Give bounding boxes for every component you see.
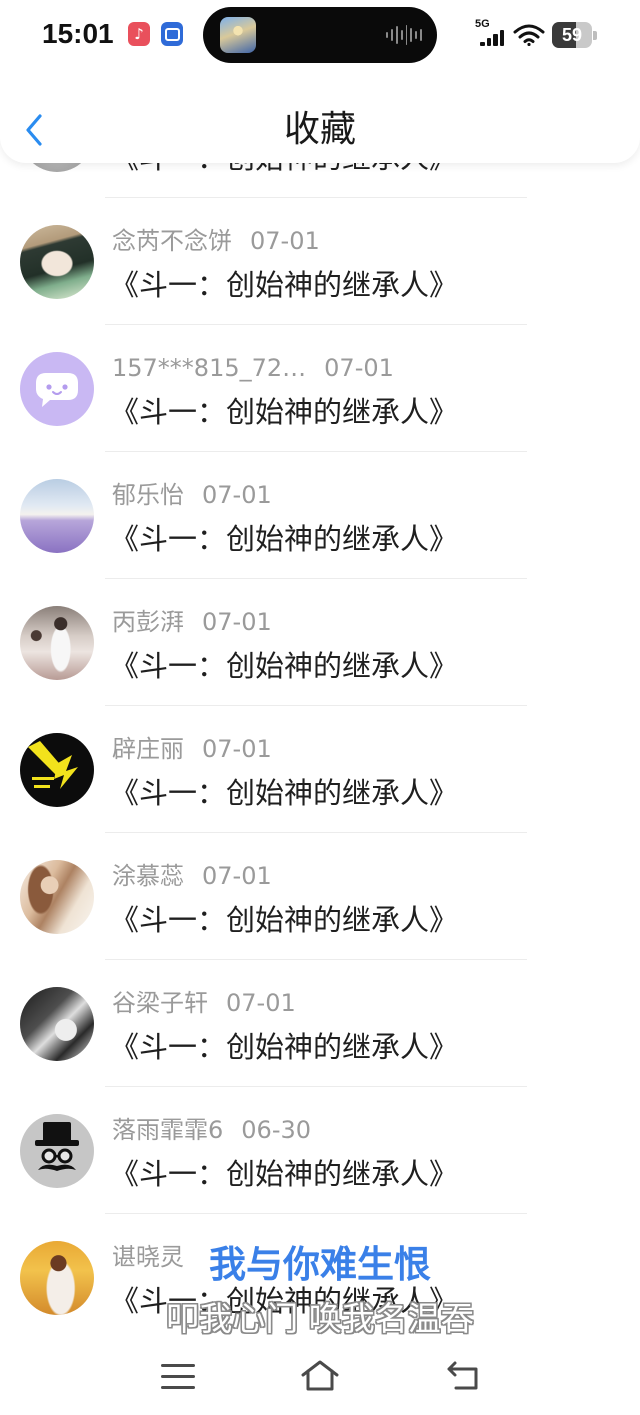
douyin-icon: ♪: [128, 22, 150, 46]
system-nav-bar: [0, 1340, 640, 1415]
avatar[interactable]: [20, 606, 94, 680]
item-meta: 涂慕蕊 07-01: [112, 860, 272, 892]
list-item[interactable]: 涂慕蕊 07-01 《斗一：创始神的继承人》: [0, 833, 640, 960]
cast-icon: [161, 22, 183, 46]
book-title[interactable]: 《斗一：创始神的继承人》: [110, 647, 458, 685]
post-date: 06-30: [241, 1116, 312, 1144]
list-item[interactable]: 157***815_72… 07-01 《斗一：创始神的继承人》: [0, 325, 640, 452]
post-date: 07-01: [202, 481, 272, 509]
avatar[interactable]: [20, 1114, 94, 1188]
avatar[interactable]: [20, 987, 94, 1061]
post-date: 07-01: [202, 862, 272, 890]
post-date: 07-01: [324, 354, 394, 382]
audio-waveform-icon: [386, 23, 422, 47]
post-date: 07-01: [226, 989, 296, 1017]
book-title[interactable]: 《斗一：创始神的继承人》: [110, 520, 458, 558]
home-icon[interactable]: [299, 1358, 341, 1392]
page-title: 收藏: [283, 109, 356, 150]
item-meta: 念芮不念饼 07-01: [112, 225, 320, 257]
item-meta: 157***815_72… 07-01: [112, 352, 394, 384]
avatar[interactable]: [20, 479, 94, 553]
item-meta: 谷梁子轩 07-01: [112, 987, 296, 1019]
list-item[interactable]: 郁乐怡 07-01 《斗一：创始神的继承人》: [0, 452, 640, 579]
post-date: 07-01: [202, 735, 272, 763]
item-meta: 落雨霏霏6 06-30: [112, 1114, 311, 1146]
game-app-icon[interactable]: [220, 17, 256, 53]
status-time: 15:01: [42, 18, 114, 49]
book-title[interactable]: 《斗一：创始神的继承人》: [110, 774, 458, 812]
header: 15:01 ♪ 5G 59 收藏: [0, 0, 640, 163]
book-title[interactable]: 《斗一：创始神的继承人》: [110, 266, 458, 304]
item-meta: 辟庄丽 07-01: [112, 733, 272, 765]
user-name[interactable]: 谷梁子轩: [112, 989, 208, 1017]
list-item[interactable]: 落雨霏霏6 06-30 《斗一：创始神的继承人》: [0, 1087, 640, 1214]
dynamic-island[interactable]: [203, 7, 437, 63]
item-meta: 丙彭湃 07-01: [112, 606, 272, 638]
user-name[interactable]: 157***815_72…: [112, 354, 306, 382]
subtitle-line-2: 叩我心门 唤我名温吞: [166, 1299, 474, 1338]
post-date: 07-01: [202, 608, 272, 636]
cellular-signal-icon: [480, 30, 506, 46]
item-meta: 郁乐怡 07-01: [112, 479, 272, 511]
post-date: 07-01: [250, 227, 320, 255]
list-item[interactable]: 念芮不念饼 07-01 《斗一：创始神的继承人》: [0, 198, 640, 325]
user-name[interactable]: 念芮不念饼: [112, 227, 232, 255]
book-title[interactable]: 《斗一：创始神的继承人》: [110, 1155, 458, 1193]
avatar-graphic: [28, 741, 78, 789]
book-title[interactable]: 《斗一：创始神的继承人》: [110, 1028, 458, 1066]
user-name[interactable]: 落雨霏霏6: [112, 1116, 223, 1144]
battery-level: 59: [561, 25, 583, 45]
subtitle-line-1: 我与你难生恨: [209, 1243, 431, 1286]
network-type: 5G: [475, 18, 490, 30]
user-name[interactable]: 辟庄丽: [112, 735, 184, 763]
hat-mustache-avatar-icon: [35, 1122, 79, 1171]
avatar[interactable]: [20, 733, 94, 807]
avatar[interactable]: [20, 225, 94, 299]
book-title[interactable]: 《斗一：创始神的继承人》: [110, 901, 458, 939]
list-item[interactable]: 谷梁子轩 07-01 《斗一：创始神的继承人》: [0, 960, 640, 1087]
avatar[interactable]: [20, 860, 94, 934]
battery-icon: 59: [552, 22, 592, 48]
user-name[interactable]: 郁乐怡: [112, 481, 184, 509]
avatar[interactable]: [20, 352, 94, 426]
menu-icon[interactable]: [161, 1364, 195, 1390]
book-title[interactable]: 《斗一：创始神的继承人》: [110, 393, 458, 431]
default-avatar-icon: [36, 373, 78, 407]
back-icon[interactable]: [444, 1360, 482, 1392]
list-item[interactable]: 辟庄丽 07-01 《斗一：创始神的继承人》: [0, 706, 640, 833]
favorites-list: 《斗一：创始神的继承人》 念芮不念饼 07-01 《斗一：创始神的继承人》 157…: [0, 71, 640, 1341]
user-name[interactable]: 丙彭湃: [112, 608, 184, 636]
user-name[interactable]: 涂慕蕊: [112, 862, 184, 890]
battery-nub: [593, 31, 597, 40]
list-item[interactable]: 丙彭湃 07-01 《斗一：创始神的继承人》: [0, 579, 640, 706]
wifi-icon: [513, 24, 545, 46]
